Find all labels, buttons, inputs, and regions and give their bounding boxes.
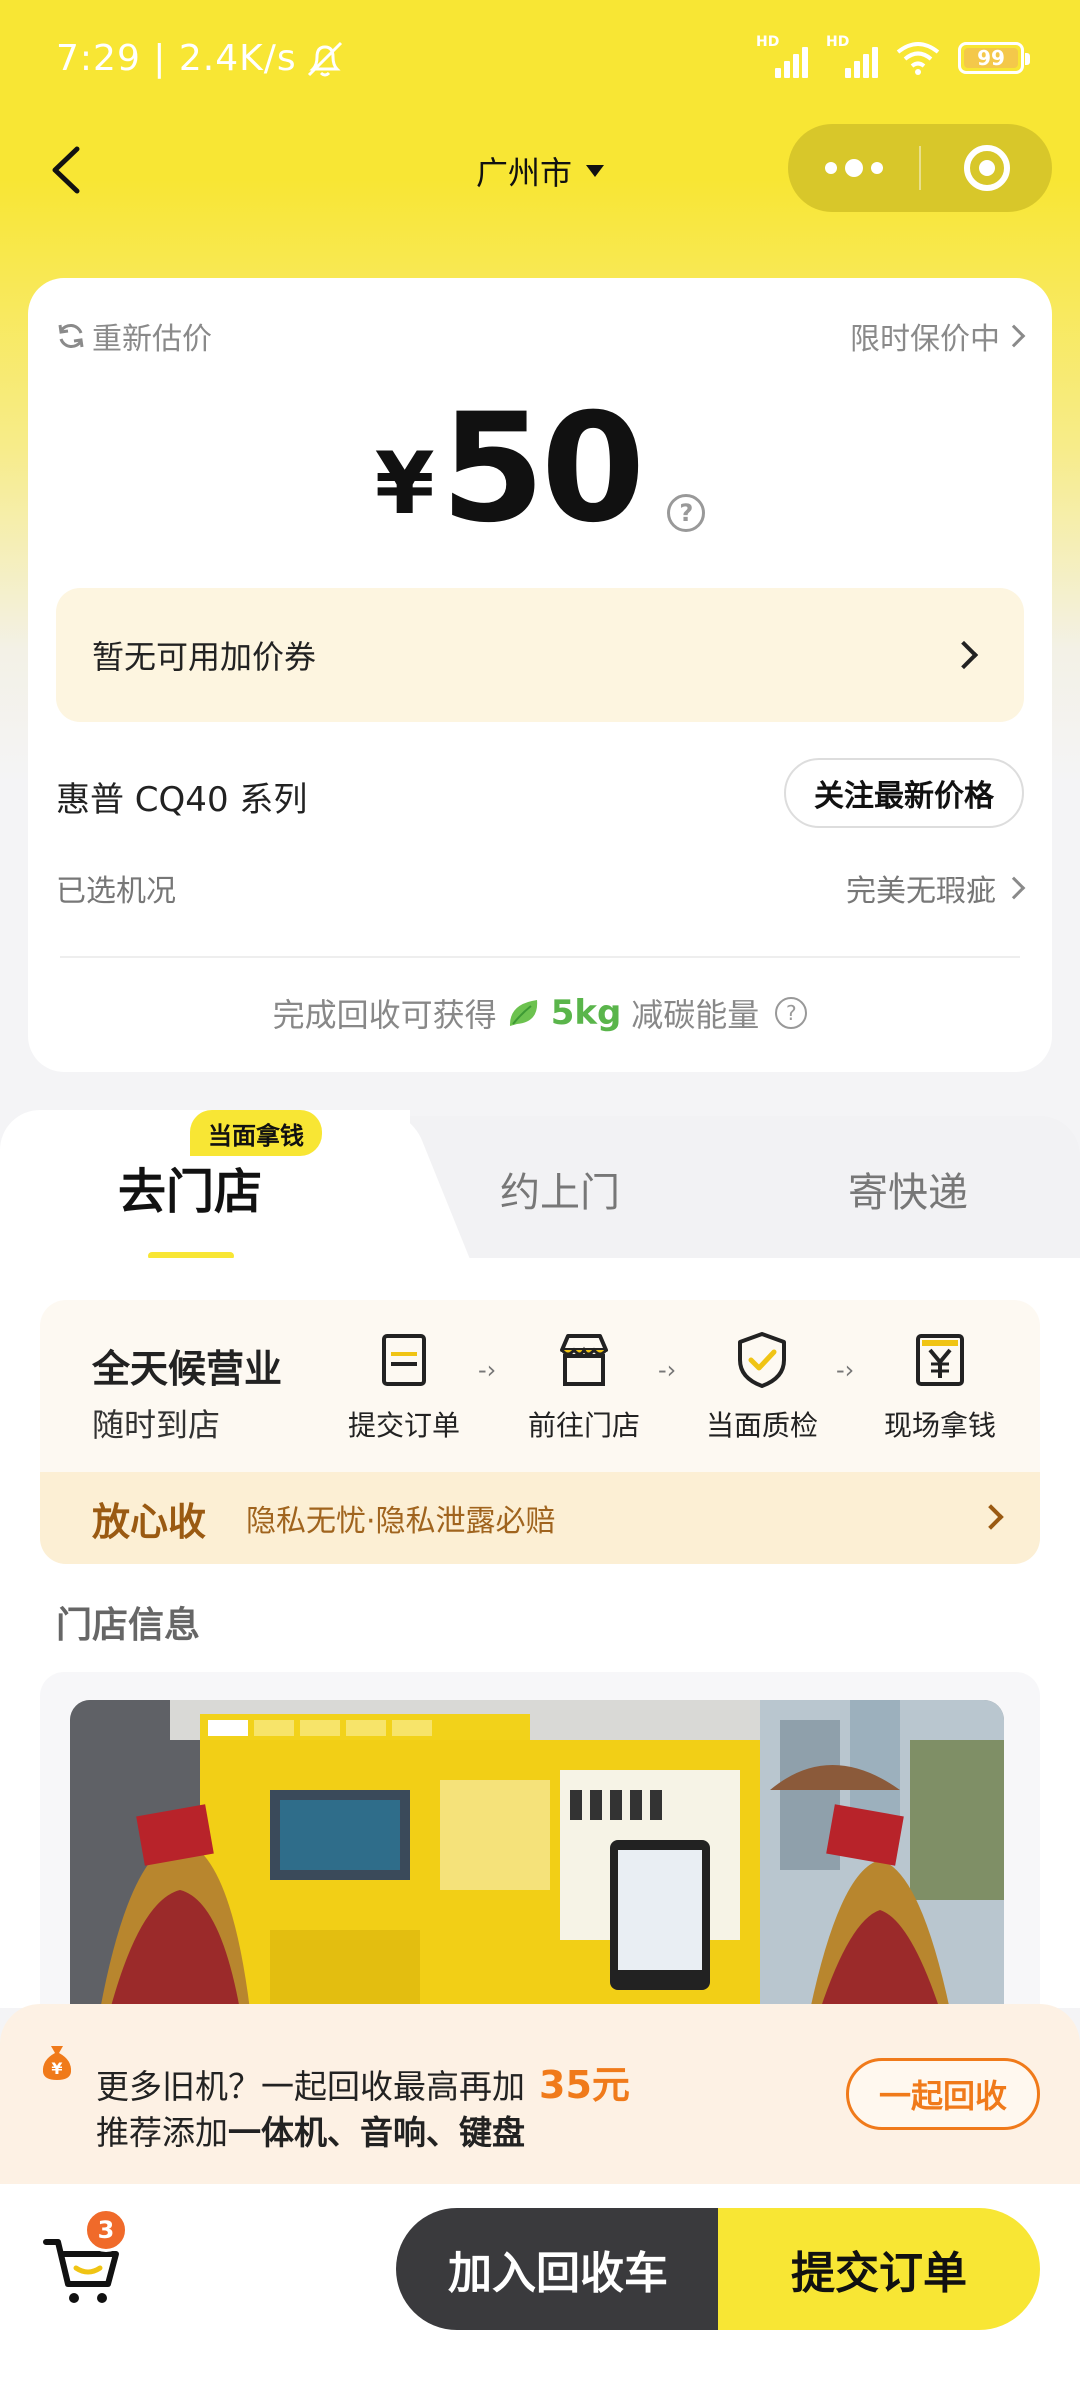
tab-express[interactable]: 寄快递 xyxy=(848,1160,968,1218)
step-submit-order: 提交订单 xyxy=(334,1330,474,1444)
device-model: 惠普 CQ40 系列 xyxy=(56,780,308,820)
tabs-inactive-background xyxy=(380,1116,1080,1264)
step-get-cash: 现场拿钱 xyxy=(870,1330,1010,1444)
arrow-icon: -› xyxy=(836,1356,855,1384)
submit-order-button[interactable]: 提交订单 xyxy=(718,2208,1040,2330)
city-label: 广州市 xyxy=(475,154,572,192)
chevron-right-icon xyxy=(1002,876,1026,900)
step-label: 提交订单 xyxy=(347,1409,460,1442)
bottom-action-bar: 3 加入回收车 提交订单 xyxy=(0,2184,1080,2400)
miniapp-capsule xyxy=(788,124,1052,212)
price-value: 50 xyxy=(440,382,646,556)
wifi-icon xyxy=(896,42,940,75)
promo-recommend-items: 一体机、音响、键盘 xyxy=(228,2113,525,2152)
shield-check-icon xyxy=(738,1332,786,1388)
mute-bell-icon xyxy=(307,41,342,76)
follow-price-button[interactable]: 关注最新价格 xyxy=(784,758,1024,828)
price-protect-label: 限时保价中 xyxy=(850,322,1000,357)
price-card: 重新估价 限时保价中 ¥ 50 ? 暂无可用加价券 惠普 CQ40 系列 关注最… xyxy=(28,278,1052,1072)
carbon-amount: 5kg xyxy=(550,993,622,1033)
yen-receipt-icon xyxy=(916,1334,964,1386)
chevron-right-icon xyxy=(1002,324,1026,348)
arrow-icon: -› xyxy=(658,1356,677,1384)
step-go-store: 前往门店 xyxy=(514,1330,654,1444)
arrow-icon: -› xyxy=(478,1356,497,1384)
process-subtitle: 随时到店 xyxy=(92,1406,221,1444)
estimated-price: ¥ 50 ? xyxy=(28,394,1052,544)
promo-recommend-prefix: 推荐添加 xyxy=(96,2113,228,2152)
store-info-title: 门店信息 xyxy=(56,1605,201,1646)
tab-home-pickup[interactable]: 约上门 xyxy=(500,1160,620,1218)
order-icon xyxy=(382,1334,426,1386)
refresh-icon xyxy=(58,324,84,348)
battery-icon: 99 xyxy=(958,42,1030,74)
promo-line1: 更多旧机？一起回收最高再加 35元 xyxy=(96,2054,630,2109)
leaf-icon xyxy=(509,1000,537,1026)
recycle-method-tabs: 去门店 约上门 寄快递 当面拿钱 xyxy=(0,1110,1080,1264)
condition-value: 完美无瑕疵 xyxy=(846,874,996,909)
promo-text: 更多旧机？一起回收最高再加 xyxy=(96,2067,525,2106)
svg-text:¥: ¥ xyxy=(51,2059,62,2078)
store-photo[interactable] xyxy=(70,1700,1004,2010)
reestimate-button[interactable]: 重新估价 xyxy=(56,314,212,358)
carbon-suffix: 减碳能量 xyxy=(631,996,760,1034)
tab-store[interactable]: 去门店 xyxy=(118,1152,262,1222)
caret-down-icon xyxy=(586,165,604,177)
more-button[interactable] xyxy=(788,124,919,212)
coupon-row[interactable]: 暂无可用加价券 xyxy=(56,588,1024,722)
status-bar: 7:29 | 2.4K/s HD HD 99 xyxy=(0,0,1080,120)
process-title: 全天候营业 xyxy=(92,1347,283,1391)
chevron-right-icon xyxy=(949,640,979,670)
bundle-promo: ¥ 更多旧机？一起回收最高再加 35元 推荐添加一体机、音响、键盘 一起回收 xyxy=(0,2004,1080,2184)
condition-value-link[interactable]: 完美无瑕疵 xyxy=(846,866,1026,910)
condition-label: 已选机况 xyxy=(56,874,176,909)
coupon-label: 暂无可用加价券 xyxy=(92,638,317,676)
store-photo-image xyxy=(70,1700,1004,2010)
price-help-icon[interactable]: ? xyxy=(667,494,706,532)
add-to-cart-button[interactable]: 加入回收车 xyxy=(396,2208,720,2330)
status-time-speed: 7:29 | 2.4K/s xyxy=(56,38,297,79)
status-left: 7:29 | 2.4K/s xyxy=(56,38,347,79)
battery-level: 99 xyxy=(977,46,1005,70)
currency-symbol: ¥ xyxy=(374,434,435,534)
carbon-help-icon[interactable]: ? xyxy=(775,997,808,1029)
carbon-prefix: 完成回收可获得 xyxy=(272,996,497,1034)
assurance-desc: 隐私无忧·隐私泄露必赔 xyxy=(246,1504,556,1539)
promo-amount: 35元 xyxy=(539,2063,630,2107)
step-label: 当面质检 xyxy=(705,1409,818,1442)
cash-on-spot-badge: 当面拿钱 xyxy=(190,1110,322,1156)
divider xyxy=(60,956,1020,958)
store-icon xyxy=(560,1334,608,1386)
close-miniapp-button[interactable] xyxy=(921,124,1052,212)
signal-icon-2: HD xyxy=(826,34,878,78)
price-protect-link[interactable]: 限时保价中 xyxy=(850,314,1026,358)
step-label: 前往门店 xyxy=(527,1409,640,1442)
target-icon xyxy=(963,145,1010,191)
process-card: 全天候营业 随时到店 提交订单 -› 前往门店 -› 当面质检 -› 现场拿钱 … xyxy=(40,1300,1040,1564)
carbon-energy-row: 完成回收可获得 5kg 减碳能量 ? xyxy=(28,990,1052,1036)
recycle-together-button[interactable]: 一起回收 xyxy=(846,2058,1040,2130)
step-inspect: 当面质检 xyxy=(692,1330,832,1444)
reestimate-label: 重新估价 xyxy=(92,322,212,357)
nav-bar: 广州市 xyxy=(0,120,1080,220)
money-bag-icon: ¥ xyxy=(42,2046,72,2080)
step-label: 现场拿钱 xyxy=(883,1409,996,1442)
assurance-title: 放心收 xyxy=(92,1499,207,1544)
chevron-right-icon xyxy=(978,1504,1004,1530)
promo-line2: 推荐添加一体机、音响、键盘 xyxy=(96,2106,525,2154)
assurance-row[interactable]: 放心收 隐私无忧·隐私泄露必赔 xyxy=(40,1472,1040,1564)
cart-count-badge: 3 xyxy=(84,2208,128,2252)
status-right: HD HD 99 xyxy=(756,34,1030,78)
signal-icon: HD xyxy=(756,34,808,78)
more-dots-icon xyxy=(824,159,883,177)
